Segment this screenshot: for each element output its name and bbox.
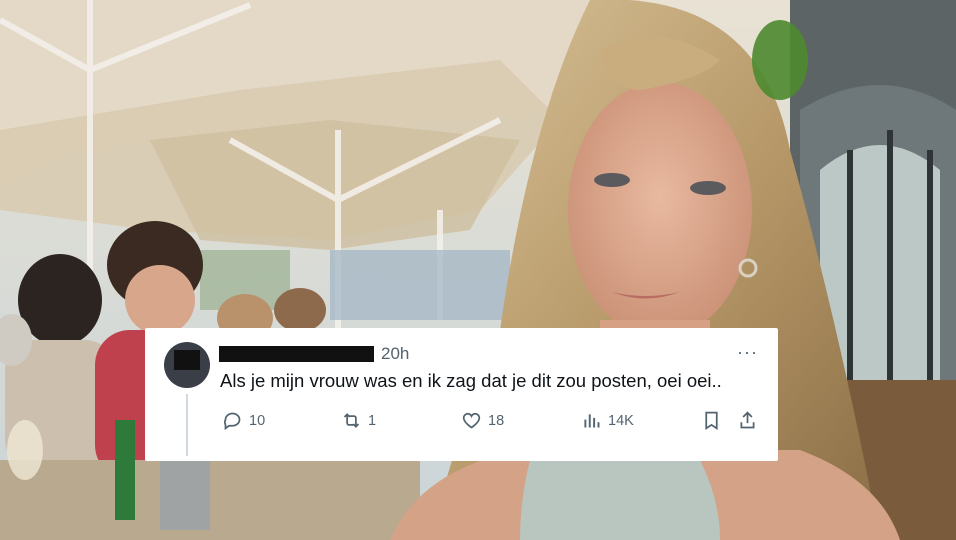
bookmark-icon — [705, 411, 718, 431]
reply-icon — [224, 412, 241, 431]
like-count: 18 — [488, 412, 505, 429]
tweet-card: 20h ··· Als je mijn vrouw was en ik zag … — [145, 328, 778, 461]
reply-count: 10 — [249, 412, 266, 429]
bookmark-button[interactable] — [701, 410, 722, 431]
views-count: 14K — [608, 412, 634, 429]
tweet-text: Als je mijn vrouw was en ik zag dat je d… — [220, 370, 722, 391]
repost-count: 1 — [368, 412, 377, 429]
views-icon — [584, 414, 600, 428]
tweet-time[interactable]: 20h — [381, 344, 409, 364]
share-button[interactable] — [737, 410, 758, 431]
redacted-author-name — [219, 346, 374, 362]
more-options-button[interactable]: ··· — [737, 342, 758, 363]
like-button[interactable]: 18 — [461, 410, 504, 431]
views-button[interactable]: 14K — [581, 410, 634, 431]
tweet-actions: 10 1 18 14K — [145, 410, 778, 432]
repost-icon — [343, 413, 360, 428]
share-icon — [740, 411, 755, 429]
like-icon — [462, 412, 481, 429]
reply-button[interactable]: 10 — [222, 410, 265, 431]
repost-button[interactable]: 1 — [341, 410, 376, 431]
avatar[interactable] — [164, 342, 210, 388]
